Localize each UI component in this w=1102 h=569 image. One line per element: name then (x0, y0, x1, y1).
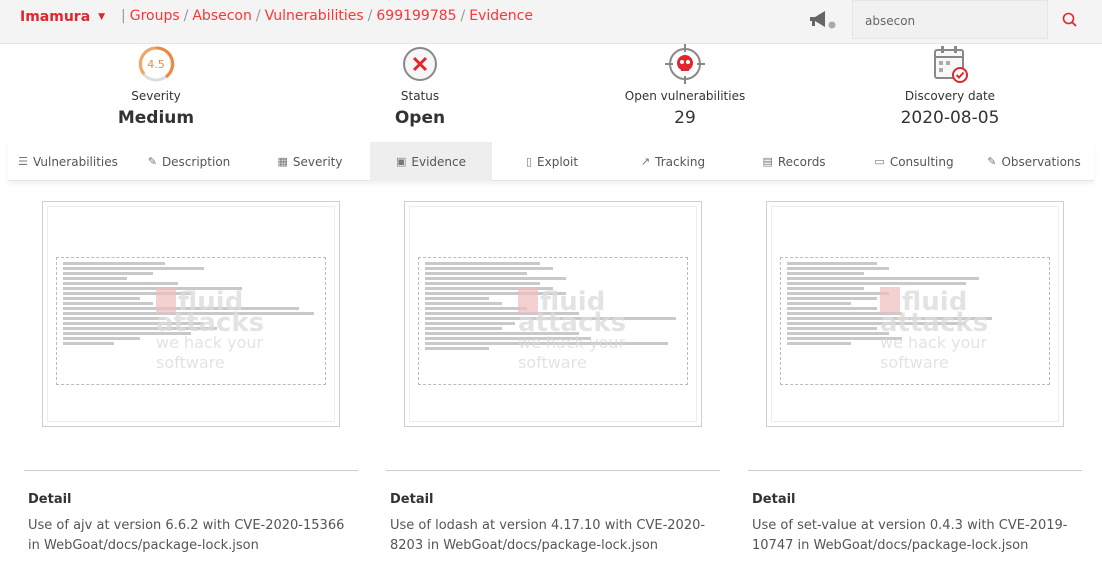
evidence-detail-description: Use of ajv at version 6.6.2 with CVE-202… (28, 518, 345, 553)
image-icon: ▣ (395, 155, 407, 168)
status-indicator: Status Open (330, 44, 510, 136)
file-icon: ▯ (525, 155, 533, 168)
status-value: Open (394, 108, 446, 128)
evidence-detail-description: Use of lodash at version 4.17.10 with CV… (390, 518, 706, 553)
table-icon: ▤ (762, 155, 773, 168)
tab-label: Exploit (537, 154, 579, 169)
svg-text:4.5: 4.5 (147, 58, 165, 71)
evidence-detail-description: Use of set-value at version 0.4.3 with C… (752, 518, 1068, 553)
breadcrumb-separator: | (121, 8, 126, 24)
close-circle-icon (403, 47, 437, 81)
tab-label: Records (777, 154, 826, 169)
watermark: fluid attacks we hack your software (880, 287, 989, 372)
tab-observations[interactable]: ✎ Observations (974, 142, 1094, 181)
divider (748, 470, 1082, 471)
tab-label: Severity (292, 154, 343, 169)
status-label: Status (400, 89, 440, 103)
discovery-date-indicator: Discovery date 2020-08-05 (860, 44, 1040, 136)
evidence-detail-title: Detail (752, 492, 796, 507)
watermark: fluid attacks we hack your software (518, 287, 627, 372)
edit-icon: ✎ (147, 155, 157, 168)
open-vulnerabilities-indicator: Open vulnerabilities 29 (595, 44, 775, 136)
breadcrumb-separator: / (367, 8, 373, 24)
severity-indicator: 4.5 Severity Medium (66, 44, 246, 136)
skull-target-icon (665, 44, 705, 84)
evidence-screenshot: fluid attacks we hack your software (771, 206, 1059, 422)
top-navbar: Imamura ▼ | Groups / Absecon / Vulnerabi… (0, 0, 1102, 44)
user-name: Imamura (20, 9, 91, 25)
chart-line-icon: ↗ (640, 155, 651, 168)
tab-label: Observations (1001, 154, 1081, 169)
breadcrumb-evidence[interactable]: Evidence (469, 8, 533, 24)
list-icon: ☰ (18, 155, 28, 168)
breadcrumb-groups[interactable]: Groups (130, 8, 180, 24)
breadcrumb: | Groups / Absecon / Vulnerabilities / 6… (117, 8, 533, 24)
breadcrumb-separator: / (183, 8, 189, 24)
finding-tabs: ☰ Vulnerabilities ✎ Description ▦ Severi… (8, 142, 1094, 181)
discovery-date-value: 2020-08-05 (900, 108, 1000, 128)
megaphone-icon[interactable] (808, 10, 836, 30)
search-input[interactable]: absecon (852, 0, 1048, 39)
evidence-detail-title: Detail (390, 492, 434, 507)
evidence-screenshot: fluid attacks we hack your software (409, 206, 697, 422)
open-vulnerabilities-value: 29 (674, 108, 696, 128)
tab-tracking[interactable]: ↗ Tracking (612, 142, 734, 181)
discovery-date-label: Discovery date (904, 89, 996, 103)
calculator-icon: ▦ (277, 155, 288, 168)
divider (24, 470, 358, 471)
tab-label: Tracking (655, 154, 706, 169)
tab-evidence[interactable]: ▣ Evidence (370, 142, 492, 181)
evidence-detail-title: Detail (28, 492, 72, 507)
tab-description[interactable]: ✎ Description (128, 142, 250, 181)
search-icon[interactable] (1060, 10, 1080, 30)
tab-severity[interactable]: ▦ Severity (250, 142, 370, 181)
user-menu[interactable]: Imamura ▼ (20, 9, 105, 25)
edit-icon: ✎ (987, 155, 997, 168)
evidence-screenshot: fluid attacks we hack your software (47, 206, 335, 422)
tab-label: Consulting (889, 154, 954, 169)
calendar-check-icon (934, 46, 968, 83)
open-vulnerabilities-label: Open vulnerabilities (624, 89, 746, 103)
breadcrumb-vulnerabilities[interactable]: Vulnerabilities (265, 8, 364, 24)
tab-label: Vulnerabilities (32, 154, 118, 169)
divider (386, 470, 720, 471)
tab-label: Evidence (411, 154, 466, 169)
breadcrumb-separator: / (255, 8, 261, 24)
caret-down-icon: ▼ (98, 12, 106, 22)
evidence-image[interactable]: fluid attacks we hack your software (766, 201, 1064, 427)
evidence-image[interactable]: fluid attacks we hack your software (42, 201, 340, 427)
breadcrumb-finding-id[interactable]: 699199785 (376, 8, 456, 24)
severity-label: Severity (131, 89, 181, 103)
evidence-image[interactable]: fluid attacks we hack your software (404, 201, 702, 427)
comment-icon: ▭ (874, 155, 885, 168)
breadcrumb-separator: / (460, 8, 466, 24)
severity-gauge-icon: 4.5 (138, 46, 175, 82)
severity-value: Medium (117, 108, 195, 128)
tab-consulting[interactable]: ▭ Consulting (854, 142, 974, 181)
tab-exploit[interactable]: ▯ Exploit (492, 142, 612, 181)
tab-vulnerabilities[interactable]: ☰ Vulnerabilities (8, 142, 128, 181)
watermark: fluid attacks we hack your software (156, 287, 265, 372)
tab-records[interactable]: ▤ Records (734, 142, 854, 181)
breadcrumb-group[interactable]: Absecon (192, 8, 252, 24)
tab-label: Description (161, 154, 231, 169)
